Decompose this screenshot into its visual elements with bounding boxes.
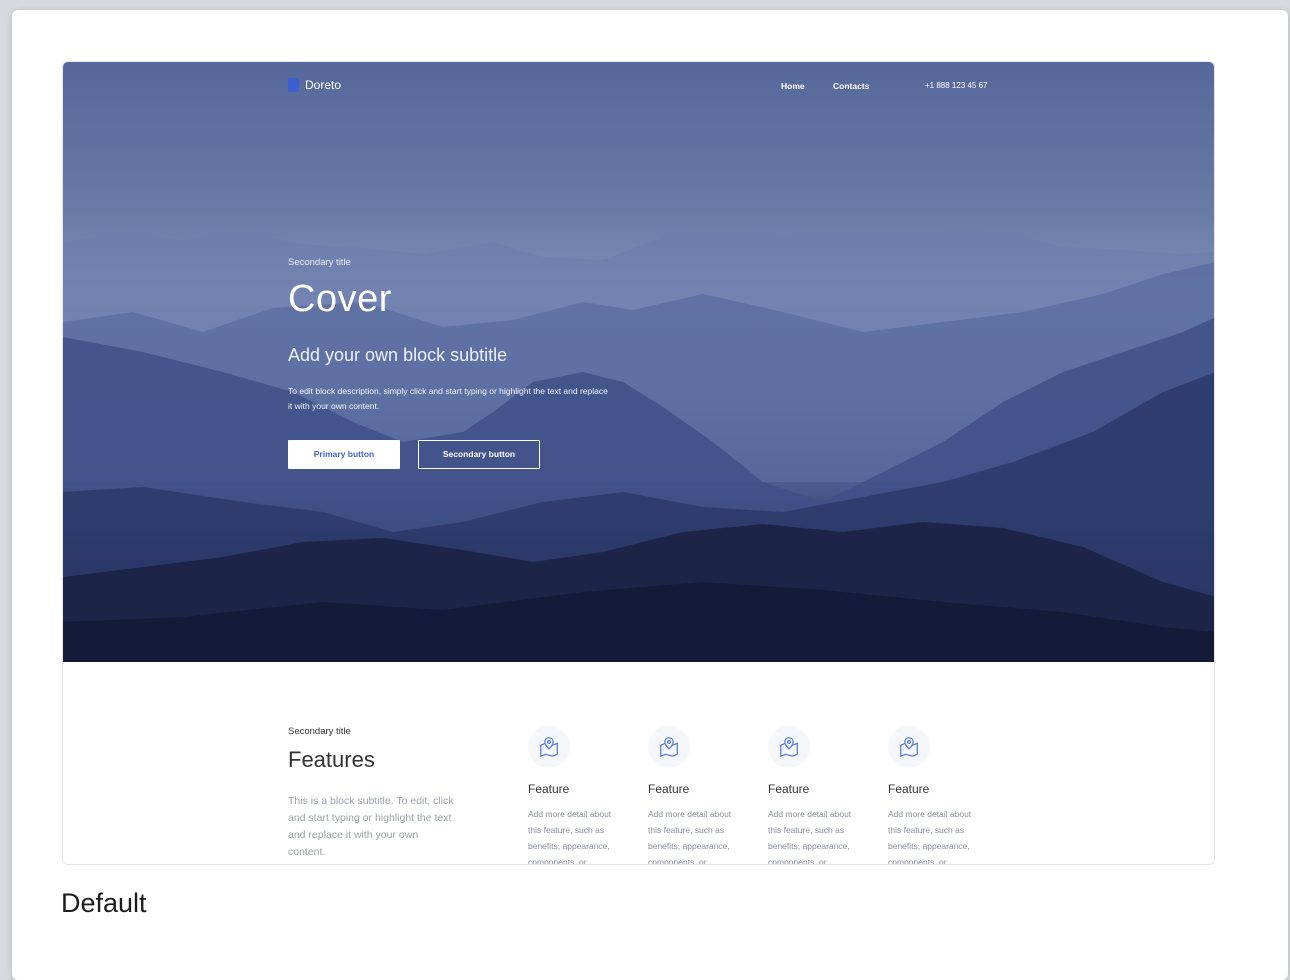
feature-name: Feature — [528, 782, 570, 796]
logo[interactable]: Doreto — [288, 78, 341, 92]
feature-text: Add more detail about this feature, such… — [648, 809, 732, 865]
hero-subtitle: Add your own block subtitle — [288, 345, 508, 365]
feature-name: Feature — [888, 782, 930, 796]
logo-icon — [288, 78, 299, 92]
nav-phone[interactable]: +1 888 123 45 67 — [925, 81, 988, 90]
hero-secondary-title: Secondary title — [288, 257, 351, 268]
preview-caption: Default — [61, 888, 147, 918]
feature-name: Feature — [648, 782, 690, 796]
features-block: Secondary title Features This is a block… — [63, 662, 1214, 865]
map-pin-icon — [648, 726, 690, 768]
top-navigation: Doreto Home Contacts +1 888 123 45 67 — [63, 62, 1214, 110]
block-preview-frame[interactable]: Doreto Home Contacts +1 888 123 45 67 Se… — [62, 61, 1215, 865]
feature-text: Add more detail about this feature, such… — [768, 809, 852, 865]
features-secondary-title: Secondary title — [288, 726, 351, 737]
map-pin-icon — [528, 726, 570, 768]
feature-item: Feature Add more detail about this featu… — [768, 726, 868, 865]
features-title: Features — [288, 747, 375, 772]
feature-text: Add more detail about this feature, such… — [528, 809, 612, 865]
hero-title: Cover — [288, 278, 392, 320]
feature-item: Feature Add more detail about this featu… — [528, 726, 628, 865]
map-pin-icon — [768, 726, 810, 768]
feature-name: Feature — [768, 782, 810, 796]
primary-button[interactable]: Primary button — [288, 440, 400, 469]
hero-content: Secondary title Cover Add your own block… — [288, 257, 648, 469]
map-pin-icon — [888, 726, 930, 768]
nav-link-contacts[interactable]: Contacts — [833, 81, 869, 91]
feature-item: Feature Add more detail about this featu… — [648, 726, 748, 865]
secondary-button[interactable]: Secondary button — [418, 440, 540, 469]
cover-block: Doreto Home Contacts +1 888 123 45 67 Se… — [63, 62, 1214, 662]
features-intro: Secondary title Features This is a block… — [288, 726, 468, 861]
logo-text: Doreto — [305, 78, 342, 92]
hero-description: To edit block description, simply click … — [288, 386, 608, 411]
nav-link-home[interactable]: Home — [781, 81, 805, 91]
feature-text: Add more detail about this feature, such… — [888, 809, 972, 865]
hero-buttons: Primary button Secondary button — [288, 440, 540, 469]
feature-item: Feature Add more detail about this featu… — [888, 726, 988, 865]
features-description: This is a block subtitle. To edit, click… — [288, 795, 454, 858]
